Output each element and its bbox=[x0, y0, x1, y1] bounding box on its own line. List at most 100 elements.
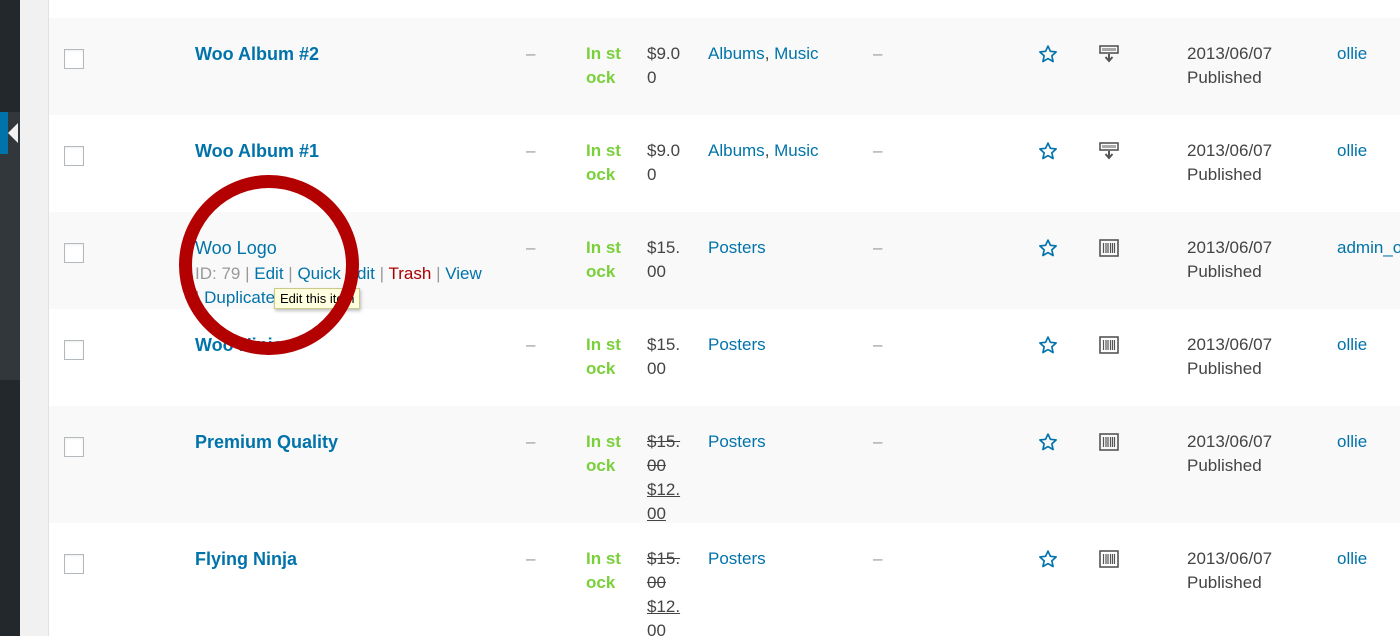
barcode-icon bbox=[1099, 239, 1119, 264]
status-value: Published bbox=[1187, 573, 1262, 592]
tags-value: – bbox=[873, 549, 883, 568]
status-value: Published bbox=[1187, 165, 1262, 184]
highlight-circle bbox=[179, 175, 359, 355]
category-link[interactable]: Posters bbox=[708, 432, 766, 451]
category-link[interactable]: Music bbox=[774, 141, 818, 160]
price-current: $15.00 bbox=[647, 238, 681, 281]
stock-status: In stock bbox=[586, 141, 621, 184]
product-name-link[interactable]: Flying Ninja bbox=[195, 547, 297, 571]
author-link[interactable]: admin_o bbox=[1337, 236, 1400, 260]
price-value: $9.00 bbox=[647, 139, 683, 187]
product-name-link[interactable]: Premium Quality bbox=[195, 430, 338, 454]
price-sale: $12.00 bbox=[647, 480, 681, 523]
author-link[interactable]: ollie bbox=[1337, 333, 1367, 357]
status-value: Published bbox=[1187, 262, 1262, 281]
categories: Posters bbox=[708, 236, 766, 260]
date-value: 2013/06/07 bbox=[1187, 549, 1273, 568]
date-cell: 2013/06/07 Published bbox=[1187, 42, 1272, 90]
row-checkbox[interactable] bbox=[64, 554, 84, 574]
sku-value: – bbox=[526, 44, 536, 63]
category-link[interactable]: Music bbox=[774, 44, 818, 63]
category-separator: , bbox=[764, 141, 775, 160]
category-link[interactable]: Posters bbox=[708, 238, 766, 257]
sku-value: – bbox=[526, 432, 536, 451]
status-value: Published bbox=[1187, 359, 1262, 378]
author-link[interactable]: ollie bbox=[1337, 139, 1367, 163]
barcode-icon bbox=[1099, 550, 1119, 575]
categories: Posters bbox=[708, 333, 766, 357]
download-icon bbox=[1099, 142, 1119, 169]
view-link[interactable]: View bbox=[445, 264, 482, 283]
status-value: Published bbox=[1187, 456, 1262, 475]
tags-value: – bbox=[873, 44, 883, 63]
stock-status: In stock bbox=[586, 238, 621, 281]
categories: Posters bbox=[708, 547, 766, 571]
row-checkbox[interactable] bbox=[64, 243, 84, 263]
table-row: Flying Ninja – In stock $15.00 $12.00 Pos… bbox=[49, 523, 1400, 636]
admin-menu-sidebar bbox=[0, 0, 20, 636]
featured-star-icon[interactable] bbox=[1038, 141, 1058, 161]
price-value: $9.00 bbox=[647, 42, 683, 90]
author-link[interactable]: ollie bbox=[1337, 547, 1367, 571]
featured-star-icon[interactable] bbox=[1038, 335, 1058, 355]
row-checkbox[interactable] bbox=[64, 437, 84, 457]
date-cell: 2013/06/07 Published bbox=[1187, 139, 1272, 187]
row-checkbox[interactable] bbox=[64, 49, 84, 69]
featured-star-icon[interactable] bbox=[1038, 549, 1058, 569]
price-value: $15.00 $12.00 bbox=[647, 430, 683, 526]
download-icon bbox=[1099, 45, 1119, 72]
featured-star-icon[interactable] bbox=[1038, 44, 1058, 64]
category-link[interactable]: Albums bbox=[708, 141, 765, 160]
date-value: 2013/06/07 bbox=[1187, 44, 1273, 63]
price-regular: $15.00 bbox=[647, 432, 681, 475]
date-cell: 2013/06/07 Published bbox=[1187, 333, 1272, 381]
price-current: $9.00 bbox=[647, 141, 681, 184]
date-value: 2013/06/07 bbox=[1187, 141, 1273, 160]
price-value: $15.00 bbox=[647, 236, 683, 284]
category-link[interactable]: Albums bbox=[708, 44, 765, 63]
categories: Albums, Music bbox=[708, 42, 819, 66]
date-cell: 2013/06/07 Published bbox=[1187, 236, 1272, 284]
date-value: 2013/06/07 bbox=[1187, 432, 1273, 451]
row-checkbox[interactable] bbox=[64, 340, 84, 360]
author-link[interactable]: ollie bbox=[1337, 430, 1367, 454]
row-checkbox[interactable] bbox=[64, 146, 84, 166]
stock-status: In stock bbox=[586, 549, 621, 592]
date-value: 2013/06/07 bbox=[1187, 335, 1273, 354]
price-regular: $15.00 bbox=[647, 549, 681, 592]
date-cell: 2013/06/07 Published bbox=[1187, 547, 1272, 595]
stock-status: In stock bbox=[586, 432, 621, 475]
stock-status: In stock bbox=[586, 335, 621, 378]
trash-link[interactable]: Trash bbox=[389, 264, 432, 283]
categories: Albums, Music bbox=[708, 139, 819, 163]
barcode-icon bbox=[1099, 336, 1119, 361]
product-name-link[interactable]: Woo Album #1 bbox=[195, 139, 319, 163]
category-link[interactable]: Posters bbox=[708, 335, 766, 354]
price-current: $15.00 bbox=[647, 335, 681, 378]
sku-value: – bbox=[526, 238, 536, 257]
price-current: $9.00 bbox=[647, 44, 681, 87]
tags-value: – bbox=[873, 141, 883, 160]
featured-star-icon[interactable] bbox=[1038, 238, 1058, 258]
category-separator: , bbox=[764, 44, 775, 63]
product-name-link[interactable]: Woo Album #2 bbox=[195, 42, 319, 66]
barcode-icon bbox=[1099, 433, 1119, 458]
tags-value: – bbox=[873, 238, 883, 257]
sku-value: – bbox=[526, 335, 536, 354]
featured-star-icon[interactable] bbox=[1038, 432, 1058, 452]
admin-menu-active-indicator[interactable] bbox=[0, 112, 8, 154]
categories: Posters bbox=[708, 430, 766, 454]
tags-value: – bbox=[873, 335, 883, 354]
category-link[interactable]: Posters bbox=[708, 549, 766, 568]
admin-menu-current-arrow bbox=[8, 123, 18, 143]
table-row: Premium Quality – In stock $15.00$12.00 … bbox=[49, 406, 1400, 523]
stock-status: In stock bbox=[586, 44, 621, 87]
date-value: 2013/06/07 bbox=[1187, 238, 1273, 257]
price-value: $15.00 bbox=[647, 333, 683, 381]
sku-value: – bbox=[526, 141, 536, 160]
table-row: Woo Album #2 – In stock $9.00 Albums, Mu… bbox=[49, 18, 1400, 115]
tags-value: – bbox=[873, 432, 883, 451]
status-value: Published bbox=[1187, 68, 1262, 87]
author-link[interactable]: ollie bbox=[1337, 42, 1367, 66]
price-value: $15.00 $12.00 bbox=[647, 547, 683, 636]
